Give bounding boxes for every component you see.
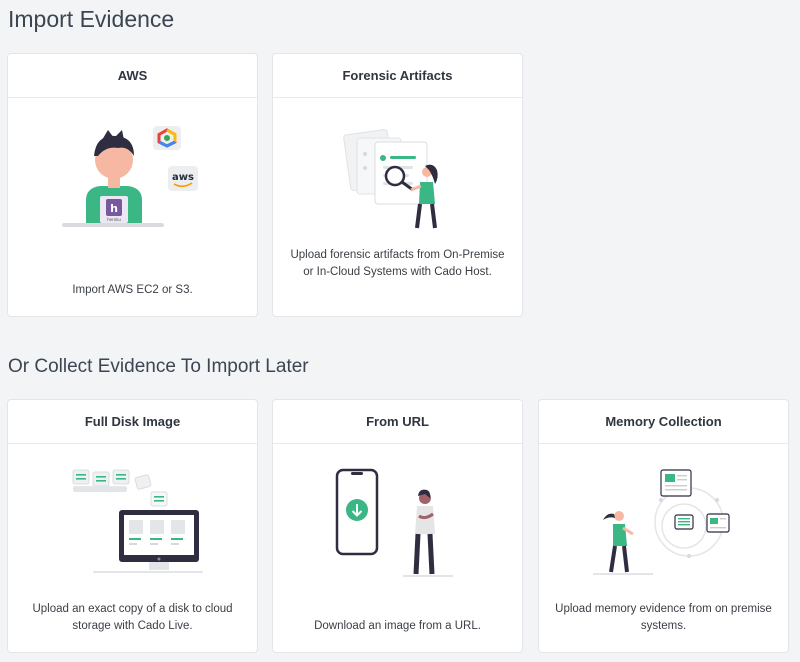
person-laptop-illustration: h heroku aws xyxy=(8,126,257,234)
card-url-description: Download an image from a URL. xyxy=(314,620,481,632)
card-memory-title: Memory Collection xyxy=(539,400,788,444)
memory-orbit-illustration xyxy=(539,466,788,578)
card-aws-title: AWS xyxy=(8,54,257,98)
import-evidence-title: Import Evidence xyxy=(8,6,175,32)
heroku-icon: h heroku xyxy=(99,196,128,223)
collect-evidence-title: Or Collect Evidence To Import Later xyxy=(8,356,309,377)
card-aws[interactable]: AWS h heroku aws Import AWS EC2 or S3. xyxy=(7,53,258,317)
card-full-disk-image[interactable]: Full Disk Image Upload an exact copy of … xyxy=(7,399,258,653)
card-memory-collection[interactable]: Memory Collection Upload memory evidence… xyxy=(538,399,789,653)
card-forensic-description: Upload forensic artifacts from On-Premis… xyxy=(290,249,505,278)
svg-text:heroku: heroku xyxy=(107,217,121,222)
card-disk-description: Upload an exact copy of a disk to cloud … xyxy=(32,603,233,632)
card-disk-title: Full Disk Image xyxy=(8,400,257,444)
aws-icon: aws xyxy=(167,166,198,191)
gcp-icon xyxy=(152,126,181,150)
card-forensic-title: Forensic Artifacts xyxy=(273,54,522,98)
svg-text:h: h xyxy=(110,202,118,215)
monitor-files-illustration xyxy=(8,468,257,578)
card-forensic-artifacts[interactable]: Forensic Artifacts Upload forensic artif… xyxy=(272,53,523,317)
card-memory-description: Upload memory evidence from on premise s… xyxy=(555,603,772,632)
card-aws-description: Import AWS EC2 or S3. xyxy=(72,284,193,296)
phone-download-illustration xyxy=(273,468,522,580)
documents-magnifier-illustration xyxy=(273,124,522,232)
svg-text:aws: aws xyxy=(172,172,194,183)
card-url-title: From URL xyxy=(273,400,522,444)
card-from-url[interactable]: From URL Download an image from a URL. xyxy=(272,399,523,653)
